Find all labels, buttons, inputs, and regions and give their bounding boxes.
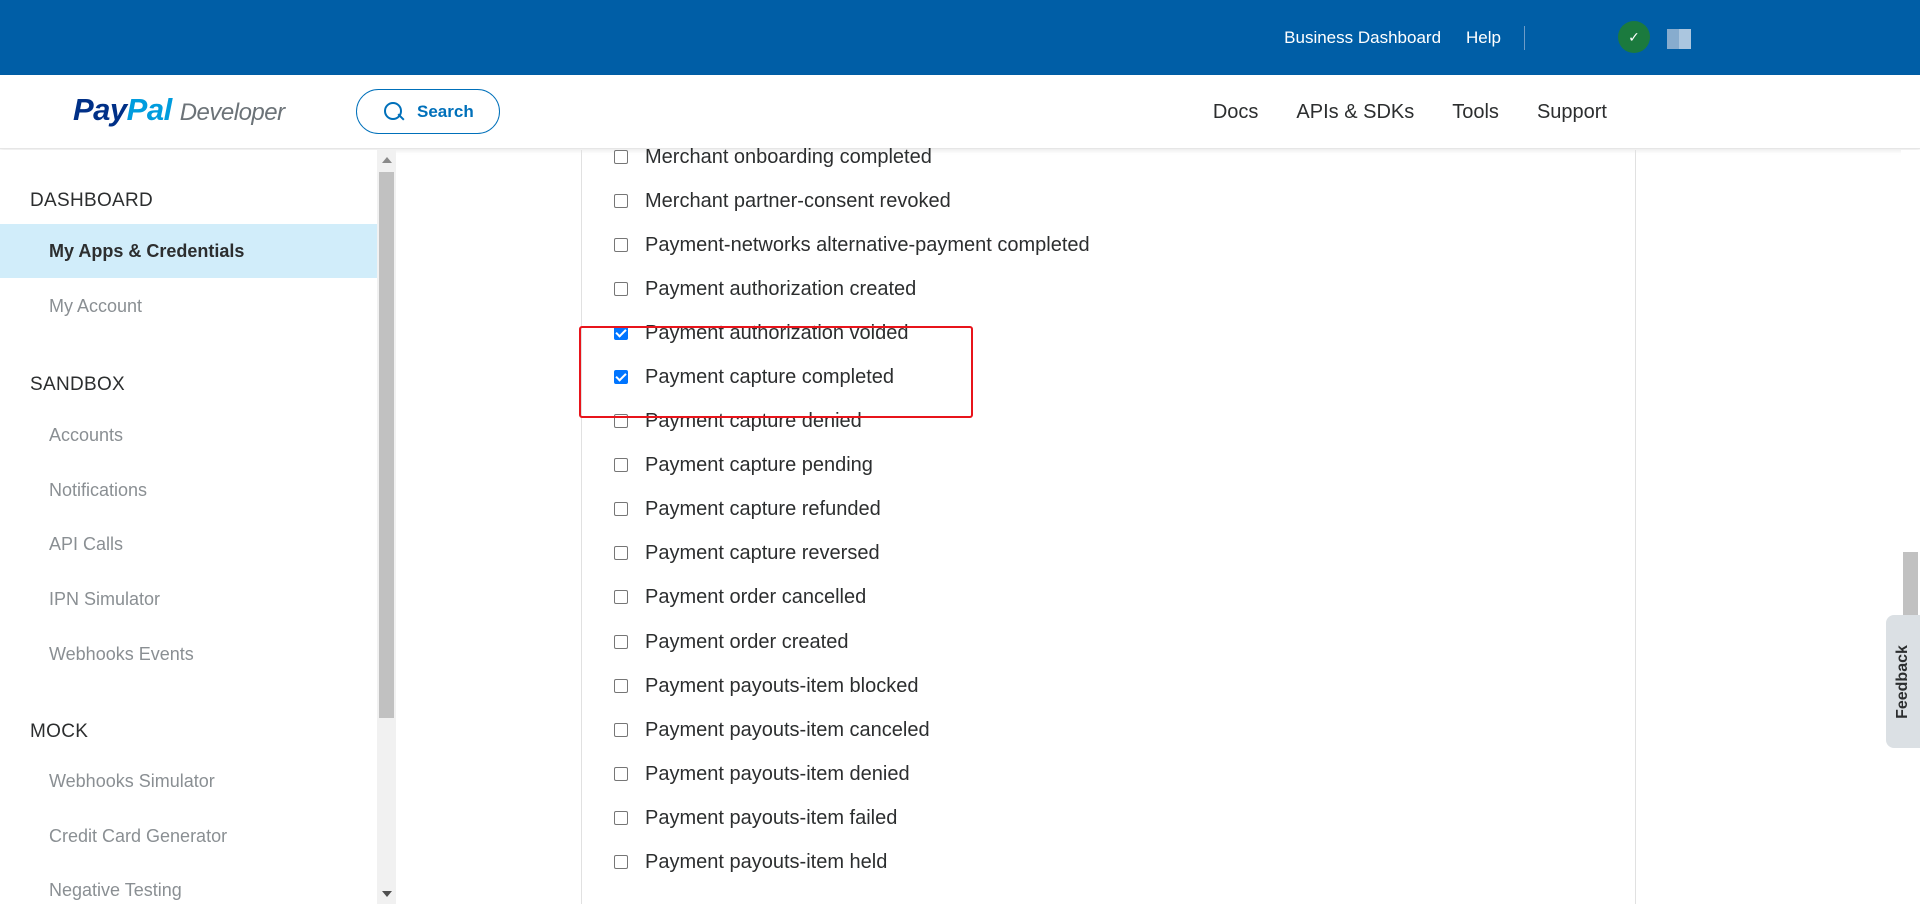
sidebar-section-mock: MOCK <box>30 721 89 742</box>
event-checkbox-row[interactable]: Payment capture pending <box>614 450 873 480</box>
country-flag-icon[interactable] <box>1667 29 1691 49</box>
event-checkbox[interactable] <box>614 855 628 869</box>
sidebar-item-negative-testing[interactable]: Negative Testing <box>0 863 377 904</box>
user-avatar-icon[interactable]: ✓ <box>1618 21 1650 53</box>
event-checkbox-row[interactable]: Payment payouts-item held <box>614 847 887 877</box>
sidebar-item-accounts[interactable]: Accounts <box>0 408 377 462</box>
sidebar-scroll-thumb[interactable] <box>379 172 394 718</box>
paypal-developer-logo[interactable]: PayPal Developer <box>73 92 285 128</box>
event-checkbox[interactable] <box>614 194 628 208</box>
event-label: Payment order cancelled <box>645 585 867 608</box>
search-label: Search <box>417 101 474 121</box>
event-checkbox[interactable] <box>614 590 628 604</box>
page-scroll-thumb[interactable] <box>1903 552 1918 616</box>
event-label: Payment-networks alternative-payment com… <box>645 233 1090 256</box>
feedback-tab[interactable]: Feedback <box>1886 615 1920 748</box>
event-label: Payment capture pending <box>645 453 873 476</box>
event-checkbox[interactable] <box>614 546 628 560</box>
event-checkbox-row[interactable]: Payment payouts-item failed <box>614 803 897 833</box>
event-label: Payment payouts-item denied <box>645 762 910 785</box>
sidebar-item-notifications[interactable]: Notifications <box>0 463 377 517</box>
event-label: Payment capture refunded <box>645 497 881 520</box>
main-header: PayPal Developer Search Docs APIs & SDKs … <box>0 75 1920 149</box>
event-checkbox[interactable] <box>614 723 628 737</box>
scroll-down-arrow-icon[interactable] <box>382 891 392 897</box>
event-checkbox[interactable] <box>614 767 628 781</box>
event-label: Merchant partner-consent revoked <box>645 189 951 212</box>
sidebar-section-sandbox: SANDBOX <box>30 374 126 395</box>
event-checkbox-row[interactable]: Payment order created <box>614 627 848 657</box>
sidebar-section-dashboard: DASHBOARD <box>30 190 154 211</box>
event-checkbox[interactable] <box>614 238 628 252</box>
help-link[interactable]: Help <box>1466 28 1501 48</box>
nav-tools[interactable]: Tools <box>1452 101 1499 124</box>
sidebar-item-credit-card-generator[interactable]: Credit Card Generator <box>0 809 377 863</box>
sidebar-scrollbar[interactable] <box>377 150 396 904</box>
event-checkbox[interactable] <box>614 502 628 516</box>
feedback-label: Feedback <box>1894 644 1911 719</box>
event-checkbox-row[interactable]: Payment payouts-item canceled <box>614 715 930 745</box>
sidebar-item-my-apps[interactable]: My Apps & Credentials <box>0 224 377 278</box>
logo-pay-text: Pay <box>73 92 127 127</box>
event-label: Payment capture reversed <box>645 541 880 564</box>
sidebar: DASHBOARD My Apps & Credentials My Accou… <box>0 150 377 904</box>
event-label: Payment payouts-item held <box>645 850 888 873</box>
scroll-up-arrow-icon[interactable] <box>382 157 392 163</box>
sidebar-item-webhooks-events[interactable]: Webhooks Events <box>0 627 377 681</box>
nav-apis-sdks[interactable]: APIs & SDKs <box>1296 101 1414 124</box>
page-scrollbar[interactable] <box>1901 150 1920 904</box>
webhook-events-panel: Merchant onboarding completed Merchant pa… <box>581 146 1636 904</box>
sidebar-item-webhooks-simulator[interactable]: Webhooks Simulator <box>0 754 377 808</box>
sidebar-item-my-account[interactable]: My Account <box>0 279 377 333</box>
event-label: Payment authorization created <box>645 277 917 300</box>
business-dashboard-link[interactable]: Business Dashboard <box>1284 28 1441 48</box>
search-icon <box>383 101 405 123</box>
event-label: Payment payouts-item blocked <box>645 674 919 697</box>
event-checkbox-row[interactable]: Payment payouts-item denied <box>614 759 910 789</box>
divider <box>1524 25 1525 50</box>
event-checkbox[interactable] <box>614 282 628 296</box>
sidebar-item-api-calls[interactable]: API Calls <box>0 517 377 571</box>
event-checkbox-row[interactable]: Payment payouts-item blocked <box>614 671 918 701</box>
event-checkbox-row[interactable]: Payment capture reversed <box>614 538 880 568</box>
event-checkbox-row[interactable]: Payment order cancelled <box>614 582 866 612</box>
event-checkbox[interactable] <box>614 458 628 472</box>
top-links: Business Dashboard Help <box>1284 0 1525 75</box>
sidebar-item-ipn-simulator[interactable]: IPN Simulator <box>0 572 377 626</box>
event-checkbox[interactable] <box>614 635 628 649</box>
event-label: Merchant onboarding completed <box>645 145 932 168</box>
event-checkbox[interactable] <box>614 150 628 164</box>
search-button[interactable]: Search <box>356 89 500 134</box>
event-label: Payment payouts-item failed <box>645 806 898 829</box>
nav-support[interactable]: Support <box>1537 101 1607 124</box>
event-checkbox-row[interactable]: Payment capture refunded <box>614 494 881 524</box>
event-label: Payment payouts-item canceled <box>645 718 930 741</box>
highlight-box <box>579 326 973 418</box>
event-checkbox-row[interactable]: Merchant onboarding completed <box>614 142 932 172</box>
nav-docs[interactable]: Docs <box>1213 101 1259 124</box>
event-checkbox-row[interactable]: Payment-networks alternative-payment com… <box>614 230 1090 260</box>
main-nav: Docs APIs & SDKs Tools Support <box>1213 75 1607 149</box>
logo-developer-text: Developer <box>179 99 285 126</box>
event-checkbox[interactable] <box>614 679 628 693</box>
event-checkbox-row[interactable]: Payment authorization created <box>614 274 916 304</box>
logo-pal-text: Pal <box>126 92 173 127</box>
event-checkbox[interactable] <box>614 811 628 825</box>
top-bar: Business Dashboard Help ✓ <box>0 0 1920 75</box>
event-label: Payment order created <box>645 630 849 653</box>
event-checkbox-row[interactable]: Merchant partner-consent revoked <box>614 186 951 216</box>
